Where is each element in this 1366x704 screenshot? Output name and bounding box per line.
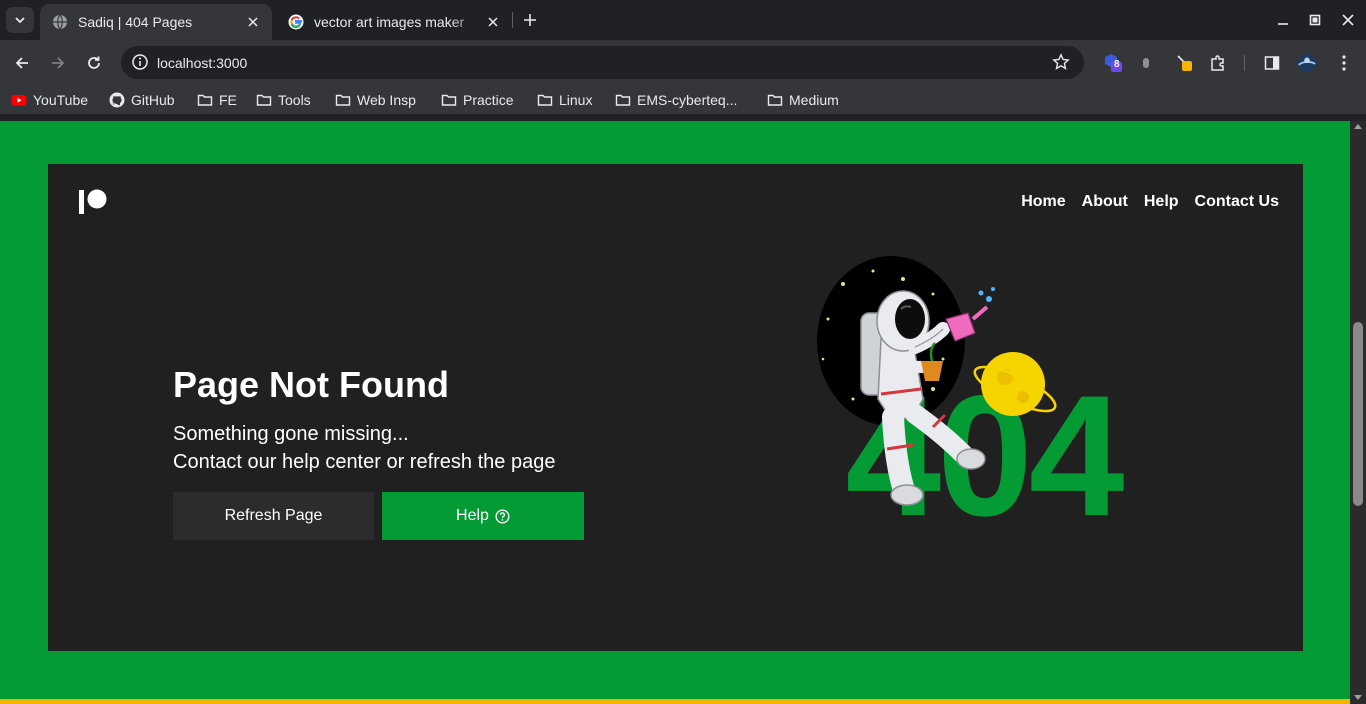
bookmark-label: EMS-cyberteq... — [637, 92, 738, 108]
bookmark-folder-web-insp[interactable]: Web Insp — [335, 90, 416, 110]
folder-icon — [537, 94, 553, 106]
folder-icon — [197, 94, 213, 106]
help-button[interactable]: Help — [382, 492, 584, 540]
tab-close-button[interactable] — [484, 13, 502, 31]
kebab-menu-icon — [1342, 55, 1346, 71]
bookmark-folder-medium[interactable]: Medium — [767, 90, 839, 110]
bookmark-folder-fe[interactable]: FE — [197, 90, 237, 110]
bookmark-star-icon[interactable] — [1052, 53, 1070, 71]
folder-icon — [441, 94, 457, 106]
arrow-right-icon — [52, 57, 65, 69]
new-tab-button[interactable] — [520, 10, 540, 30]
bookmark-youtube[interactable]: YouTube — [11, 90, 88, 110]
help-label: Help — [456, 507, 489, 524]
url-text[interactable]: localhost:3000 — [157, 55, 247, 71]
reload-icon — [88, 56, 100, 69]
bookmark-label: Tools — [278, 92, 311, 108]
message-line-2: Contact our help center or refresh the p… — [173, 451, 556, 473]
avatar-icon — [1297, 53, 1317, 73]
site-info-icon[interactable] — [131, 53, 149, 71]
tab-inactive[interactable]: vector art images maker — [276, 4, 512, 40]
nav-contact-link[interactable]: Contact Us — [1195, 193, 1279, 211]
toolbar-separator — [1244, 55, 1245, 71]
scroll-thumb[interactable] — [1353, 322, 1363, 506]
tab-title: vector art images maker — [314, 14, 465, 30]
bookmark-label: Web Insp — [357, 92, 416, 108]
patreon-logo-icon[interactable] — [78, 188, 108, 216]
github-icon — [109, 92, 125, 108]
extension-button[interactable]: 8 — [1103, 53, 1123, 73]
close-icon — [488, 17, 498, 27]
bookmark-label: YouTube — [33, 92, 89, 108]
tab-separator — [512, 12, 513, 28]
browser-toolbar: localhost:3000 8 — [0, 40, 1366, 86]
close-window-button[interactable] — [1338, 10, 1358, 30]
folder-icon — [767, 94, 783, 106]
nav-help-link[interactable]: Help — [1144, 193, 1179, 211]
bottom-accent-strip — [0, 699, 1350, 704]
main-nav: Home About Help Contact Us — [1021, 193, 1279, 211]
bookmark-label: Medium — [789, 92, 839, 108]
question-circle-icon — [495, 508, 510, 524]
reload-button[interactable] — [83, 52, 105, 74]
bookmark-label: FE — [219, 92, 237, 108]
refresh-page-button[interactable]: Refresh Page — [173, 492, 374, 540]
google-icon — [288, 14, 304, 30]
tab-search-button[interactable] — [6, 7, 34, 33]
folder-icon — [615, 94, 631, 106]
globe-icon — [53, 14, 67, 30]
refresh-page-label: Refresh Page — [224, 507, 323, 524]
restore-icon — [1309, 14, 1321, 26]
scroll-up-arrow[interactable] — [1354, 124, 1362, 129]
extension-button[interactable] — [1136, 53, 1156, 73]
bookmark-label: Practice — [463, 92, 514, 108]
youtube-icon — [11, 95, 27, 106]
side-panel-icon — [1264, 56, 1280, 70]
bookmark-folder-practice[interactable]: Practice — [441, 90, 514, 110]
tab-close-button[interactable] — [244, 13, 262, 31]
browser-menu-button[interactable] — [1334, 53, 1354, 73]
puzzle-icon — [1211, 55, 1224, 71]
mouse-icon — [1143, 58, 1149, 68]
tab-title: Sadiq | 404 Pages — [78, 14, 193, 30]
forward-button[interactable] — [47, 52, 69, 74]
scroll-down-arrow[interactable] — [1354, 695, 1362, 700]
message-line-1: Something gone missing... — [173, 423, 409, 445]
chevron-down-icon — [15, 17, 25, 24]
nav-home-link[interactable]: Home — [1021, 193, 1065, 211]
folder-icon — [335, 94, 351, 106]
arrow-left-icon — [15, 57, 28, 69]
page-title: Page Not Found — [173, 364, 449, 405]
minimize-button[interactable] — [1273, 10, 1293, 30]
profile-avatar[interactable] — [1297, 53, 1317, 73]
nav-about-link[interactable]: About — [1082, 193, 1128, 211]
tab-active[interactable]: Sadiq | 404 Pages — [40, 4, 272, 40]
bookmark-folder-tools[interactable]: Tools — [256, 90, 311, 110]
side-panel-button[interactable] — [1262, 53, 1282, 73]
extension-badge: 8 — [1114, 59, 1120, 70]
page-scrollbar[interactable] — [1350, 121, 1366, 704]
folder-icon — [256, 94, 272, 106]
close-icon — [248, 17, 258, 27]
address-bar[interactable]: localhost:3000 — [121, 46, 1084, 79]
bookmarks-bar: YouTube GitHub FE Tools Web Insp Practic… — [0, 86, 1366, 114]
minimize-icon — [1278, 23, 1288, 25]
maximize-button[interactable] — [1305, 10, 1325, 30]
extensions-menu-button[interactable] — [1208, 53, 1228, 73]
bookmark-github[interactable]: GitHub — [109, 90, 175, 110]
bookmark-folder-ems[interactable]: EMS-cyberteq... — [615, 90, 737, 110]
bookmark-label: GitHub — [131, 92, 175, 108]
tab-strip: Sadiq | 404 Pages vector art images make… — [0, 0, 1366, 40]
bookmark-folder-linux[interactable]: Linux — [537, 90, 592, 110]
bookmark-label: Linux — [559, 92, 593, 108]
extension-button[interactable] — [1175, 53, 1195, 73]
plus-icon — [524, 14, 536, 26]
page-viewport: Home About Help Contact Us Page Not Foun… — [0, 121, 1366, 704]
astronaut-404-illustration: 404 — [817, 256, 1128, 524]
not-found-card: Home About Help Contact Us Page Not Foun… — [48, 164, 1303, 651]
close-icon — [1342, 14, 1354, 26]
eyedropper-icon — [1177, 55, 1192, 71]
extension-hex-icon — [1105, 54, 1122, 72]
back-button[interactable] — [11, 52, 33, 74]
